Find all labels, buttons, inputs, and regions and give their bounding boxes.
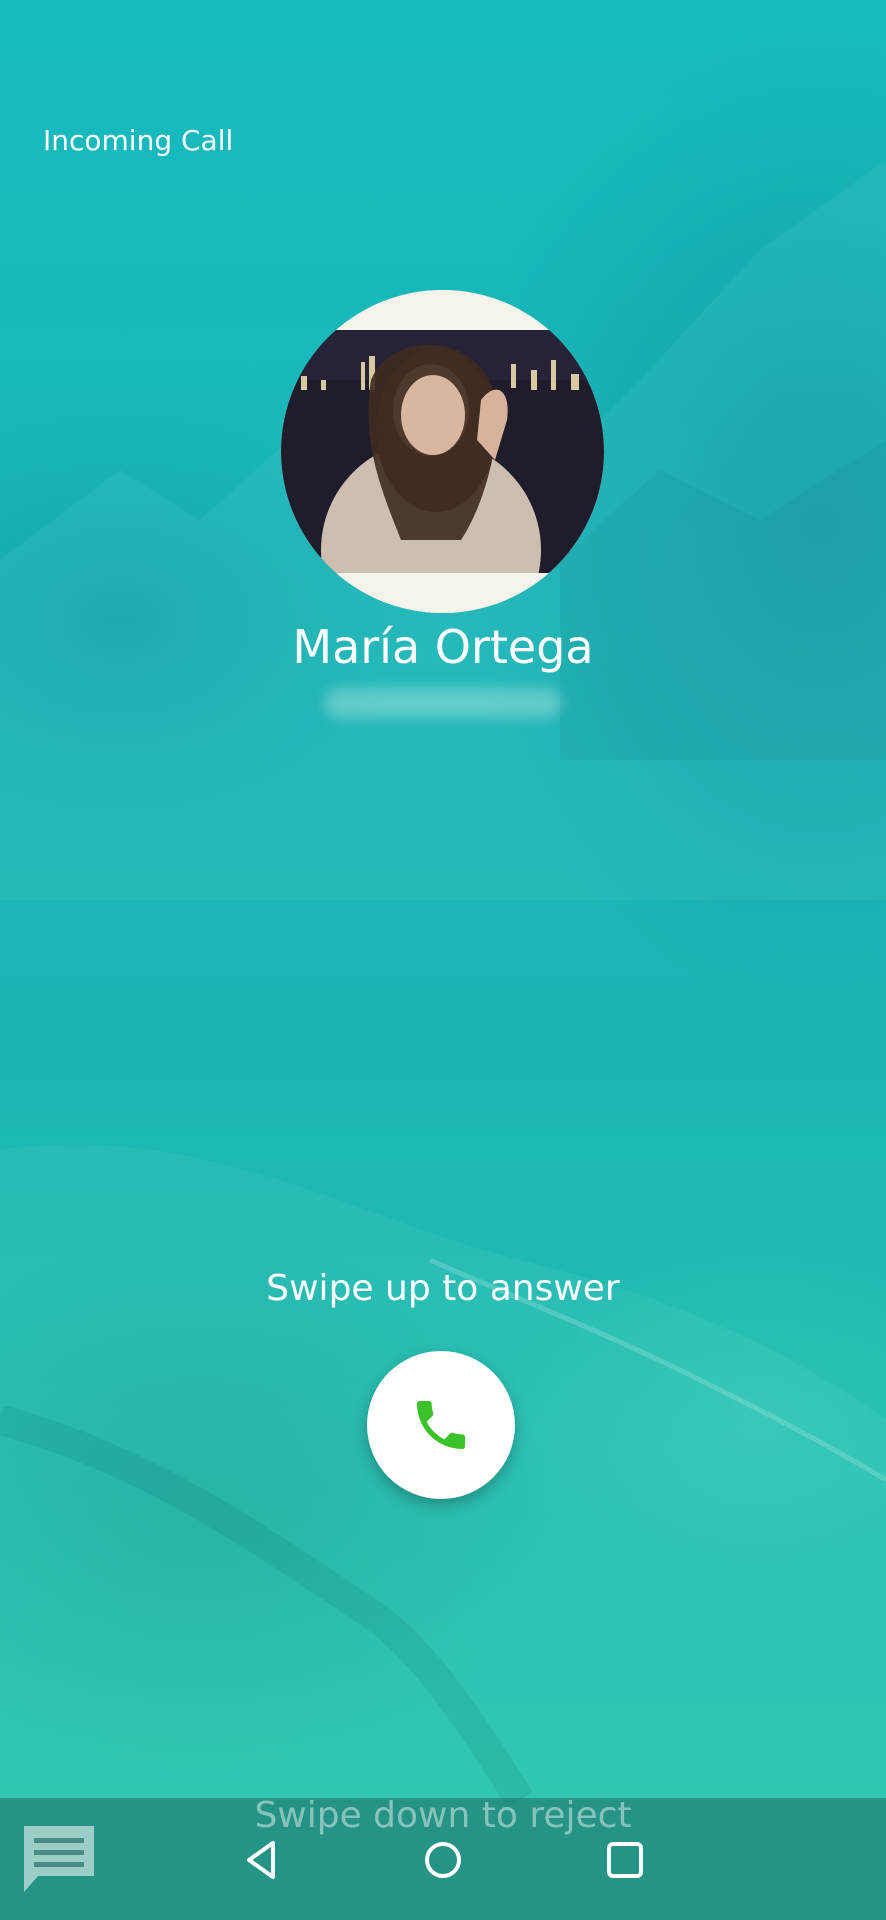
- recent-apps-icon: [607, 1842, 643, 1878]
- answer-call-button[interactable]: [367, 1351, 515, 1499]
- message-icon: [24, 1826, 94, 1892]
- back-icon: [247, 1841, 275, 1879]
- home-icon: [425, 1842, 461, 1878]
- call-status-label: Incoming Call: [43, 124, 234, 157]
- phone-icon: [417, 1401, 465, 1449]
- wallpaper-background: [0, 0, 886, 1920]
- caller-number-blurred: [325, 688, 561, 718]
- back-button[interactable]: [237, 1835, 287, 1885]
- caller-avatar: [281, 290, 604, 613]
- home-button[interactable]: [418, 1835, 468, 1885]
- recent-apps-button[interactable]: [600, 1835, 650, 1885]
- avatar-photo: [281, 290, 604, 613]
- reply-message-button[interactable]: [20, 1822, 98, 1896]
- swipe-down-hint: Swipe down to reject: [254, 1795, 632, 1836]
- swipe-up-hint: Swipe up to answer: [266, 1268, 620, 1309]
- caller-name: María Ortega: [292, 620, 594, 674]
